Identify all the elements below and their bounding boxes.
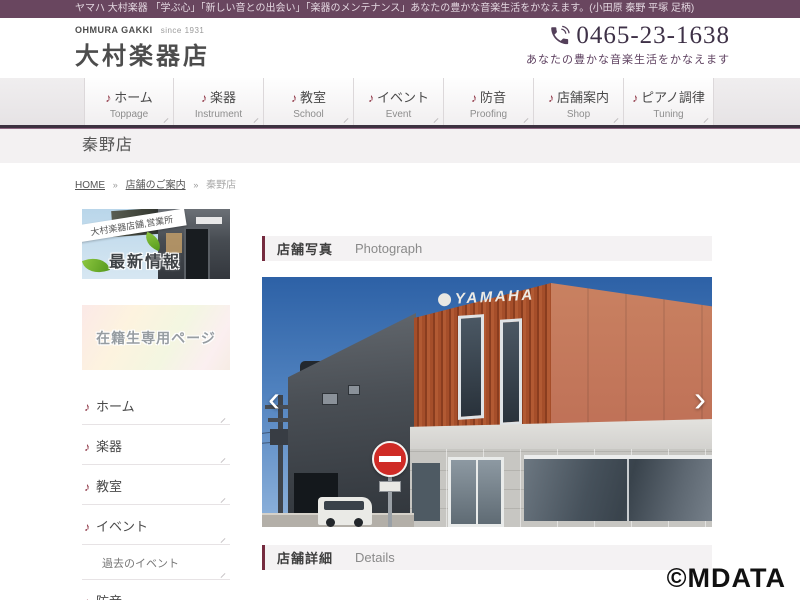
showroom-window bbox=[524, 455, 712, 521]
note-icon: ♪ bbox=[290, 91, 297, 105]
note-icon: ♪ bbox=[547, 91, 554, 105]
facade-window bbox=[500, 318, 522, 426]
brand-en-text: OHMURA GAKKI bbox=[75, 25, 153, 35]
carousel-prev-arrow[interactable]: ‹ bbox=[268, 379, 280, 419]
note-icon: ♪ bbox=[632, 91, 639, 105]
breadcrumb-current: 秦野店 bbox=[206, 180, 237, 191]
nav-tab-school[interactable]: ♪ 教室 School bbox=[264, 78, 354, 125]
photo-section-header: 店舗写真 Photograph bbox=[262, 236, 712, 261]
note-icon: ♪ bbox=[200, 91, 207, 105]
section-title-en: Photograph bbox=[355, 241, 423, 256]
sidebar-item-label: 過去のイベント bbox=[102, 558, 179, 570]
side-window bbox=[348, 385, 360, 395]
nav-label: ホーム bbox=[114, 90, 153, 105]
note-icon: ♪ bbox=[84, 595, 90, 600]
note-icon: ♪ bbox=[367, 91, 374, 105]
nav-label: 教室 bbox=[299, 90, 326, 105]
facade-window bbox=[458, 314, 484, 420]
section-title-en: Details bbox=[355, 550, 395, 565]
members-page-label: 在籍生専用ページ bbox=[96, 329, 216, 346]
sidebar-menu: ♪ホーム ♪楽器 ♪教室 ♪イベント 過去のイベント ♪防音 ♪店舗案内 bbox=[82, 385, 230, 600]
note-icon: ♪ bbox=[470, 91, 477, 105]
store-photo-carousel: YAMAHA ‹ › bbox=[262, 277, 712, 527]
sidebar-item-label: 教室 bbox=[96, 479, 123, 494]
nav-sublabel: Tuning bbox=[653, 109, 684, 120]
sidebar-item-event[interactable]: ♪ イベント bbox=[82, 505, 230, 545]
nav-label: 防音 bbox=[479, 90, 506, 105]
main-column: 店舗写真 Photograph YAMAHA ‹ › 店舗詳細 Details bbox=[262, 209, 712, 600]
note-icon: ♪ bbox=[105, 91, 112, 105]
breadcrumb-home[interactable]: HOME bbox=[75, 180, 105, 191]
nav-tab-shop[interactable]: ♪ 店舗案内 Shop bbox=[534, 78, 624, 125]
carousel-next-arrow[interactable]: › bbox=[694, 379, 706, 419]
breadcrumb-parent[interactable]: 店舗のご案内 bbox=[126, 180, 186, 191]
sidebar-item-label: イベント bbox=[96, 519, 149, 534]
sidebar-item-label: 楽器 bbox=[96, 439, 123, 454]
sidebar-item-label: 防音 bbox=[96, 594, 122, 600]
sign-plate bbox=[379, 481, 401, 492]
storefront-sign bbox=[196, 217, 222, 224]
section-title-jp: 店舗写真 bbox=[277, 242, 334, 257]
sidebar-item-label: ホーム bbox=[96, 399, 135, 414]
transformer-box bbox=[270, 429, 290, 445]
phone-number: 0465-23-1638 bbox=[576, 22, 730, 49]
sidebar-item-instrument[interactable]: ♪ 楽器 bbox=[82, 425, 230, 465]
note-icon: ♪ bbox=[84, 520, 90, 534]
nav-tab-proofing[interactable]: ♪ 防音 Proofing bbox=[444, 78, 534, 125]
page-title-band: 秦野店 bbox=[0, 128, 800, 163]
breadcrumb-separator: » bbox=[112, 180, 118, 190]
page-title: 秦野店 bbox=[82, 137, 134, 154]
site-header: OHMURA GAKKI since 1931 大村楽器店 0465-23-16… bbox=[62, 18, 738, 78]
header-tagline: あなたの豊かな音楽生活をかなえます bbox=[526, 54, 730, 66]
sidebar: 大村楽器店舗,営業所 最新情報 在籍生専用ページ ♪ ホーム ♪ 楽器 ♪ 教室 ♪ イ… bbox=[82, 209, 230, 600]
banner-headline: 最新情報 bbox=[109, 254, 182, 271]
breadcrumb: HOME » 店舗のご案内 » 秦野店 bbox=[62, 176, 738, 191]
main-nav: ♪ ホーム Toppage ♪ 楽器 Instrument ♪ 教室 School ♪… bbox=[0, 78, 800, 128]
ground-window bbox=[412, 463, 440, 521]
sidebar-item-home[interactable]: ♪ ホーム bbox=[82, 385, 230, 425]
brand-since: since 1931 bbox=[160, 26, 205, 35]
content-area: 大村楽器店舗,営業所 最新情報 在籍生専用ページ ♪ ホーム ♪ 楽器 ♪ 教室 ♪ イ… bbox=[62, 209, 738, 600]
glass-entrance-door bbox=[448, 457, 504, 527]
site-logo[interactable]: OHMURA GAKKI since 1931 大村楽器店 bbox=[75, 25, 210, 71]
top-announcement-bar: ヤマハ 大村楽器 「学ぶ心」「新しい音との出会い」「楽器のメンテナンス」あなたの… bbox=[0, 0, 800, 18]
note-icon: ♪ bbox=[84, 440, 90, 454]
section-title-jp: 店舗詳細 bbox=[277, 551, 334, 566]
nav-tab-tuning[interactable]: ♪ ピアノ調律 Tuning bbox=[624, 78, 714, 125]
nav-label: ピアノ調律 bbox=[641, 90, 705, 105]
sidebar-banner-latest-news[interactable]: 大村楽器店舗,営業所 最新情報 bbox=[82, 209, 230, 279]
nav-sublabel: Event bbox=[385, 109, 412, 120]
yamaha-logo-mark bbox=[437, 292, 452, 307]
header-contact: 0465-23-1638 あなたの豊かな音楽生活をかなえます bbox=[526, 22, 730, 67]
breadcrumb-separator: » bbox=[193, 180, 199, 190]
phone-icon bbox=[551, 25, 571, 45]
leaf-icon bbox=[82, 253, 111, 278]
sidebar-item-past-events[interactable]: 過去のイベント bbox=[82, 545, 230, 580]
nav-label: イベント bbox=[376, 90, 429, 105]
nav-tab-home[interactable]: ♪ ホーム Toppage bbox=[84, 78, 174, 125]
note-icon: ♪ bbox=[84, 400, 90, 414]
note-icon: ♪ bbox=[84, 480, 90, 494]
side-window bbox=[322, 393, 338, 405]
sidebar-banner-members-page[interactable]: 在籍生専用ページ bbox=[82, 305, 230, 370]
brand-en: OHMURA GAKKI since 1931 bbox=[75, 25, 210, 35]
nav-sublabel: Shop bbox=[566, 109, 591, 120]
sidebar-item-school[interactable]: ♪ 教室 bbox=[82, 465, 230, 505]
nav-tab-instrument[interactable]: ♪ 楽器 Instrument bbox=[174, 78, 264, 125]
nav-label: 楽器 bbox=[209, 90, 236, 105]
nav-label: 店舗案内 bbox=[556, 90, 609, 105]
mdata-watermark: ©MDATA bbox=[666, 563, 786, 593]
nav-tab-event[interactable]: ♪ イベント Event bbox=[354, 78, 444, 125]
details-section-header: 店舗詳細 Details bbox=[262, 545, 712, 570]
page: ヤマハ 大村楽器 「学ぶ心」「新しい音との出会い」「楽器のメンテナンス」あなたの… bbox=[0, 0, 800, 600]
nav-sublabel: School bbox=[293, 109, 324, 120]
parked-van bbox=[318, 497, 372, 527]
nav-sublabel: Instrument bbox=[194, 109, 243, 120]
facade-smooth-panel bbox=[551, 283, 712, 429]
sidebar-item-proofing[interactable]: ♪ 防音 bbox=[82, 580, 230, 600]
nav-sublabel: Proofing bbox=[469, 109, 508, 120]
no-entry-sign bbox=[372, 441, 408, 477]
brand-jp: 大村楽器店 bbox=[75, 43, 210, 70]
nav-sublabel: Toppage bbox=[109, 109, 149, 120]
